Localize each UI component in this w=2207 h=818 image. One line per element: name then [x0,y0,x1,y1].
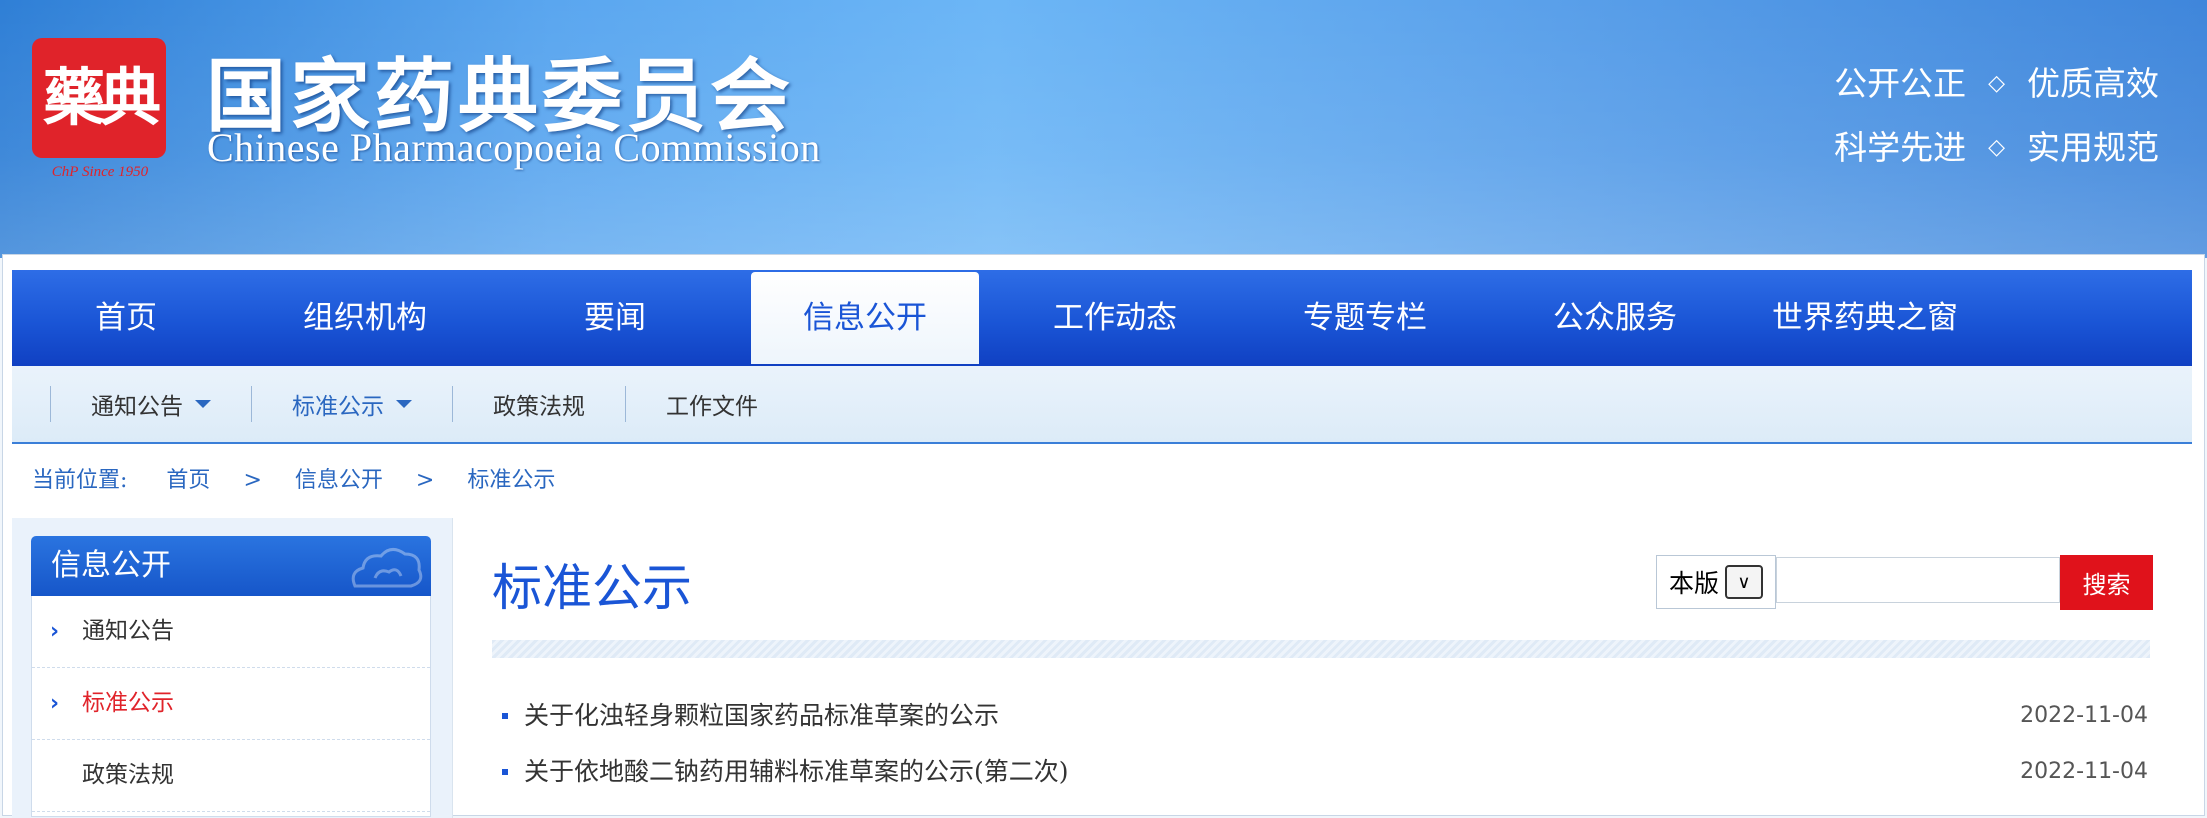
sidebar-item-policies[interactable]: 政策法规 [32,740,430,812]
diamond-icon: ◇ [1988,71,2005,96]
sub-nav-item-policies[interactable]: 政策法规 [453,387,625,421]
caret-down-icon [195,400,211,408]
nav-item-special-topics[interactable]: 专题专栏 [1240,270,1490,366]
cloud-pattern-icon [351,548,423,588]
sidebar-item-label: 通知公告 [82,618,174,644]
slogan-text: 优质高效 [2027,64,2159,103]
slogans: 公开公正 ◇ 优质高效 科学先进 ◇ 实用规范 [1834,52,2159,180]
sub-nav-item-notices[interactable]: 通知公告 [51,387,251,421]
logo-seal-icon[interactable]: 藥典 [32,38,166,158]
diamond-icon: ◇ [1988,135,2005,160]
sidebar-item-label: 标准公示 [82,690,174,716]
caret-down-icon [396,400,412,408]
nav-item-public-service[interactable]: 公众服务 [1490,270,1740,366]
slogan-line-1: 公开公正 ◇ 优质高效 [1834,52,2159,116]
news-list: 关于化浊轻身颗粒国家药品标准草案的公示 2022-11-04 关于依地酸二钠药用… [492,692,2150,804]
sidebar-item-label: 政策法规 [82,762,174,788]
sidebar-menu: › 通知公告 › 标准公示 政策法规 [31,596,431,817]
title-divider-stripe [492,640,2150,658]
breadcrumb-link-home[interactable]: 首页 [166,462,210,494]
news-title-link[interactable]: 关于化浊轻身颗粒国家药品标准草案的公示 [524,692,999,740]
chevron-right-icon: › [50,691,60,716]
sub-nav-item-standard-notices[interactable]: 标准公示 [252,387,452,421]
page-title: 标准公示 [492,559,692,617]
breadcrumb: 当前位置: 首页 > 信息公开 > 标准公示 [32,462,555,494]
breadcrumb-label: 当前位置: [32,468,128,493]
search-input[interactable] [1776,557,2060,603]
breadcrumb-separator: > [415,468,435,493]
search-button[interactable]: 搜索 [2060,555,2153,610]
search-scope-select[interactable]: 本版 ∨ [1656,555,1776,609]
breadcrumb-separator: > [243,468,262,493]
slogan-text: 科学先进 [1834,128,1967,167]
slogan-text: 公开公正 [1834,64,1967,103]
bullet-icon [502,769,508,775]
site-header: 藥典 ChP Since 1950 国家药典委员会 Chinese Pharma… [0,0,2207,258]
chevron-down-icon[interactable]: ∨ [1725,565,1763,599]
nav-item-work-updates[interactable]: 工作动态 [990,270,1240,366]
sidebar-item-notices[interactable]: › 通知公告 [32,596,430,668]
nav-item-info-disclosure[interactable]: 信息公开 [751,272,979,364]
slogan-line-2: 科学先进 ◇ 实用规范 [1834,116,2159,180]
sub-nav: 通知公告 标准公示 政策法规 工作文件 [12,366,2192,444]
sub-nav-item-work-documents[interactable]: 工作文件 [626,387,798,421]
sidebar-item-standard-notices[interactable]: › 标准公示 [32,668,430,740]
breadcrumb-link-info-disclosure[interactable]: 信息公开 [295,462,383,494]
sub-nav-label: 通知公告 [91,394,183,420]
sidebar-title: 信息公开 [51,548,171,583]
sub-nav-label: 政策法规 [493,394,585,420]
chevron-right-icon: › [50,619,60,644]
list-item[interactable]: 关于依地酸二钠药用辅料标准草案的公示(第二次) 2022-11-04 [492,748,2150,804]
sub-nav-label: 标准公示 [292,394,384,420]
news-date: 2022-11-04 [2020,703,2148,728]
breadcrumb-link-standard-notices[interactable]: 标准公示 [467,462,555,494]
bullet-icon [502,713,508,719]
nav-item-organization[interactable]: 组织机构 [240,270,490,366]
slogan-text: 实用规范 [2027,128,2159,167]
nav-item-home[interactable]: 首页 [12,270,240,366]
sub-nav-label: 工作文件 [666,394,758,420]
sidebar-header: 信息公开 [31,536,431,596]
site-subtitle: Chinese Pharmacopoeia Commission [207,125,821,170]
search-scope-value: 本版 [1668,569,1719,598]
nav-item-news[interactable]: 要闻 [490,270,740,366]
news-title-link[interactable]: 关于依地酸二钠药用辅料标准草案的公示(第二次) [524,748,1069,796]
logo-caption: ChP Since 1950 [51,164,149,180]
nav-item-world-pharmacopoeia[interactable]: 世界药典之窗 [1740,270,1990,366]
main-nav: 首页 组织机构 要闻 信息公开 工作动态 专题专栏 公众服务 世界药典之窗 [12,270,2192,366]
news-date: 2022-11-04 [2020,759,2148,784]
list-item[interactable]: 关于化浊轻身颗粒国家药品标准草案的公示 2022-11-04 [492,692,2150,748]
